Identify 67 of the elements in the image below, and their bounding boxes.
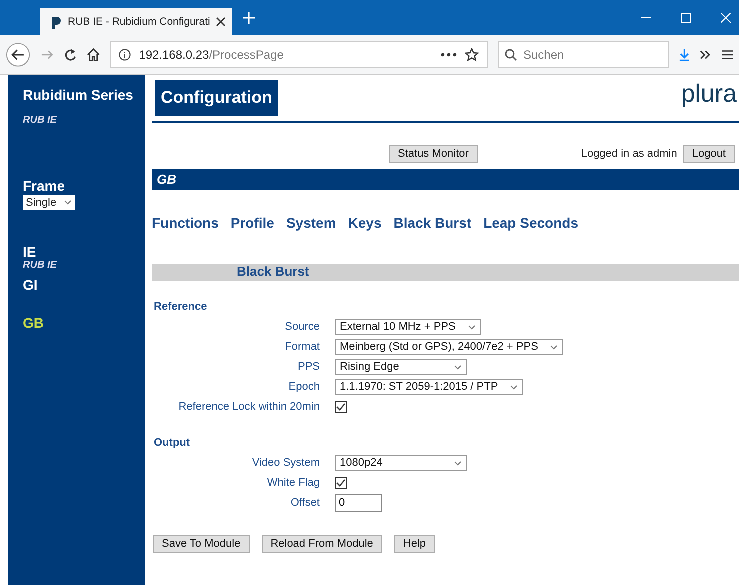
field-label: Source <box>284 321 320 333</box>
nav-link[interactable]: System <box>286 215 336 231</box>
nav-link[interactable]: Profile <box>230 215 274 231</box>
reload-icon[interactable] <box>64 48 77 62</box>
logo: plura <box>681 80 737 109</box>
field-label: Epoch <box>288 381 320 393</box>
overflow-icon[interactable] <box>700 50 712 60</box>
back-icon[interactable] <box>6 42 31 68</box>
module-bar: GB <box>152 169 739 190</box>
checkbox[interactable] <box>335 401 347 413</box>
login-status: Logged in as admin <box>581 148 678 160</box>
select-field[interactable]: External 10 MHz + PPS <box>335 319 481 335</box>
action-button[interactable]: Reload From Module <box>262 535 382 553</box>
tab-title: RUB IE - Rubidium Configurati <box>68 16 210 28</box>
field-label: Reference Lock within 20min <box>178 401 320 413</box>
page-title: Configuration <box>155 80 278 116</box>
star-icon[interactable] <box>465 48 480 62</box>
section-header: Black Burst <box>152 264 739 281</box>
frame-select[interactable]: Single <box>23 195 75 210</box>
nav-link[interactable]: Leap Seconds <box>484 215 578 231</box>
nav-link[interactable]: Keys <box>348 215 382 231</box>
checkbox[interactable] <box>335 477 347 489</box>
frame-label: Frame <box>23 178 66 194</box>
status-monitor-button[interactable]: Status Monitor <box>389 145 478 163</box>
dropdown-icon <box>64 200 72 205</box>
action-button[interactable]: Help <box>394 535 436 553</box>
download-icon[interactable] <box>679 48 690 62</box>
device-name: RUB IE <box>23 115 58 126</box>
maximize-icon[interactable] <box>681 12 691 22</box>
select-field[interactable]: 1.1.1970: ST 2059-1:2015 / PTP <box>335 379 524 395</box>
sidebar-item-subtitle: RUB IE <box>23 260 58 271</box>
field-label: Format <box>284 341 320 353</box>
select-field[interactable]: Meinberg (Std or GPS), 2400/7e2 + PPS <box>335 339 564 355</box>
sidebar-item[interactable]: GB <box>23 315 145 331</box>
field-label: Video System <box>251 457 320 469</box>
text-field[interactable]: 0 <box>335 494 382 512</box>
sidebar-item[interactable]: GI <box>23 277 145 293</box>
group-title: Output <box>154 437 192 449</box>
dropdown-icon <box>510 384 518 390</box>
series-title: Rubidium Series <box>23 87 134 103</box>
select-field[interactable]: Rising Edge <box>335 359 467 375</box>
close-icon[interactable] <box>216 16 226 26</box>
dropdown-icon <box>454 460 462 466</box>
sidebar-item[interactable]: IE <box>23 244 145 260</box>
select-field[interactable]: 1080p24 <box>335 455 467 471</box>
nav-link[interactable]: Black Burst <box>394 215 472 231</box>
dropdown-icon <box>550 344 558 350</box>
search-field[interactable]: Suchen <box>498 41 670 68</box>
info-icon <box>119 48 132 60</box>
plus-icon[interactable] <box>242 10 256 24</box>
more-icon[interactable] <box>441 52 458 56</box>
action-button[interactable]: Save To Module <box>153 535 250 553</box>
address-text: 192.168.0.23/ProcessPage <box>139 48 284 62</box>
field-label: Offset <box>290 497 320 509</box>
group-title: Reference <box>154 301 208 313</box>
menu-icon[interactable] <box>722 50 733 60</box>
dropdown-icon <box>468 324 476 330</box>
site-icon <box>50 14 62 28</box>
logout-button[interactable]: Logout <box>683 145 735 163</box>
home-icon[interactable] <box>86 48 100 62</box>
dropdown-icon <box>454 364 462 370</box>
field-label: White Flag <box>266 477 320 489</box>
browser-tab[interactable]: RUB IE - Rubidium Configurati <box>40 8 232 35</box>
address-field[interactable]: 192.168.0.23/ProcessPage <box>110 41 488 68</box>
field-label: PPS <box>296 361 320 373</box>
search-icon <box>505 48 518 60</box>
nav-link[interactable]: Functions <box>152 215 219 231</box>
